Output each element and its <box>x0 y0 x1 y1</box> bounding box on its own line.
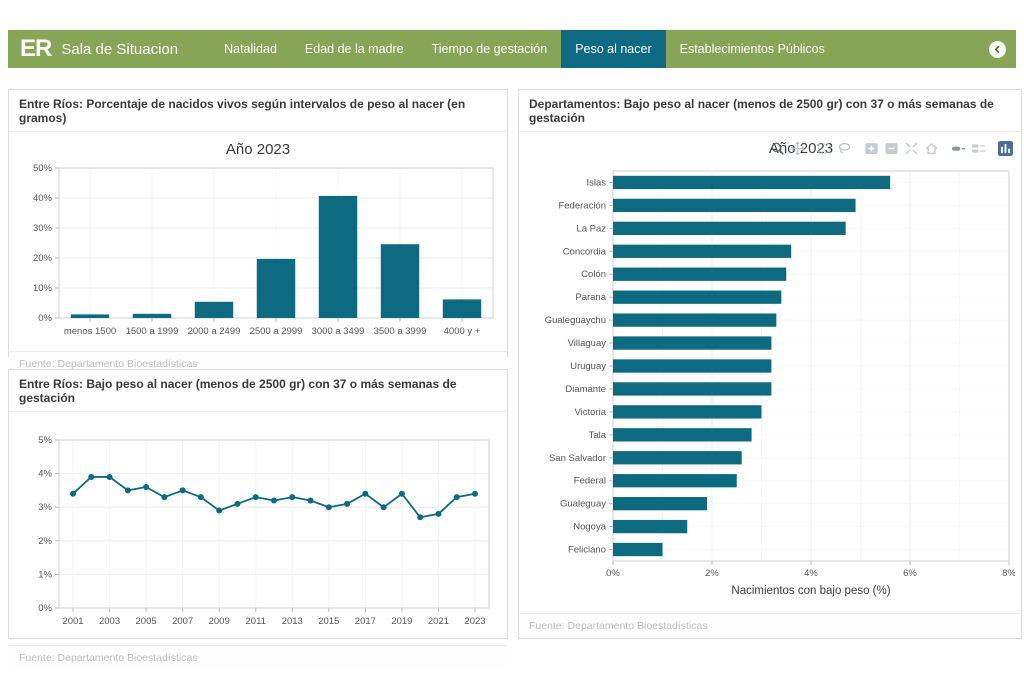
departments-hbar-chart[interactable]: 0% 2% 4% 6% 8% Islas Federación La Paz Concordia… <box>525 165 1015 603</box>
svg-text:2001: 2001 <box>62 616 83 627</box>
svg-text:6%: 6% <box>903 568 917 579</box>
svg-text:Tala: Tala <box>589 430 607 441</box>
svg-text:3000 a 3499: 3000 a 3499 <box>312 326 365 337</box>
plotly-logo-icon[interactable] <box>998 141 1013 156</box>
autoscale-icon[interactable] <box>904 141 919 156</box>
panel-title: Entre Ríos: Porcentaje de nacidos vivos … <box>9 90 507 132</box>
svg-text:2017: 2017 <box>355 616 376 627</box>
lasso-select-icon[interactable] <box>837 141 852 156</box>
svg-text:Victoria: Victoria <box>574 407 606 418</box>
panel-body: Año 2023 0% 10% 20% 30% 40% 50% menos 1500 1500… <box>9 132 507 351</box>
chart-title: Año 2023 <box>15 134 501 160</box>
svg-text:2500 a 2999: 2500 a 2999 <box>250 326 303 337</box>
svg-text:Islas: Islas <box>586 177 606 188</box>
box-select-icon[interactable] <box>817 141 832 156</box>
svg-text:Diamante: Diamante <box>565 384 606 395</box>
source-note: Fuente: Departamento Bioestadísticas <box>519 613 1021 638</box>
dashboard-screen: ER Sala de Situacion NatalidadEdad de la… <box>0 0 1024 683</box>
svg-text:San Salvador: San Salvador <box>549 453 606 464</box>
collapse-button[interactable] <box>989 41 1006 58</box>
app-container: ER Sala de Situacion NatalidadEdad de la… <box>8 30 1016 639</box>
svg-text:4000 y +: 4000 y + <box>444 326 481 337</box>
tab-peso-al-nacer[interactable]: Peso al nacer <box>561 30 665 68</box>
svg-text:0%: 0% <box>606 568 620 579</box>
tab-establecimientos-publicos[interactable]: Establecimientos Públicos <box>666 30 839 68</box>
svg-text:10%: 10% <box>33 283 53 294</box>
hover-closest-icon[interactable] <box>951 141 966 156</box>
left-column: Entre Ríos: Porcentaje de nacidos vivos … <box>8 89 508 639</box>
svg-text:2000 a 2499: 2000 a 2499 <box>188 326 241 337</box>
svg-text:1500 a 1999: 1500 a 1999 <box>126 326 179 337</box>
app-title: Sala de Situacion <box>61 41 178 58</box>
lowweight-trend-line-chart[interactable]: 0% 1% 2% 3% 4% 5% 2001 2003 2005 2007 2009 2011 2013… <box>15 430 501 638</box>
svg-text:30%: 30% <box>33 223 53 234</box>
svg-text:2005: 2005 <box>136 616 157 627</box>
svg-text:Nacimientos con bajo peso (%): Nacimientos con bajo peso (%) <box>731 585 890 597</box>
svg-text:La Paz: La Paz <box>576 223 606 234</box>
top-navigation-bar: ER Sala de Situacion NatalidadEdad de la… <box>8 30 1016 68</box>
nav-tabs: NatalidadEdad de la madreTiempo de gesta… <box>210 30 989 68</box>
reset-axes-home-icon[interactable] <box>924 141 939 156</box>
hover-compare-icon[interactable] <box>971 141 986 156</box>
svg-text:0%: 0% <box>38 603 52 614</box>
svg-text:Federal: Federal <box>574 476 606 487</box>
panel-departments-lowweight: Departamentos: Bajo peso al nacer (menos… <box>518 89 1022 639</box>
svg-text:Gualeguay: Gualeguay <box>560 499 606 510</box>
panel-title: Departamentos: Bajo peso al nacer (menos… <box>519 90 1021 132</box>
content: Entre Ríos: Porcentaje de nacidos vivos … <box>8 89 1016 639</box>
svg-text:2023: 2023 <box>464 616 485 627</box>
svg-text:2003: 2003 <box>99 616 120 627</box>
svg-text:2009: 2009 <box>209 616 230 627</box>
svg-text:Paraná: Paraná <box>575 292 606 303</box>
svg-text:2013: 2013 <box>282 616 303 627</box>
svg-text:40%: 40% <box>33 193 53 204</box>
tab-tiempo-de-gestacion[interactable]: Tiempo de gestación <box>418 30 562 68</box>
svg-text:3500 a 3999: 3500 a 3999 <box>374 326 427 337</box>
panel-title: Entre Ríos: Bajo peso al nacer (menos de… <box>9 370 507 412</box>
svg-text:Uruguay: Uruguay <box>570 361 606 372</box>
svg-text:Nogoya: Nogoya <box>573 522 606 533</box>
svg-text:2021: 2021 <box>428 616 449 627</box>
panel-birthweight-distribution: Entre Ríos: Porcentaje de nacidos vivos … <box>8 89 508 357</box>
svg-text:Colón: Colón <box>581 269 606 280</box>
right-column: Departamentos: Bajo peso al nacer (menos… <box>518 89 1022 639</box>
panel-lowweight-trend: Entre Ríos: Bajo peso al nacer (menos de… <box>8 369 508 639</box>
svg-text:1%: 1% <box>38 569 52 580</box>
er-logo: ER <box>20 30 51 68</box>
svg-text:2015: 2015 <box>318 616 339 627</box>
svg-text:50%: 50% <box>33 163 53 174</box>
svg-text:Villaguay: Villaguay <box>568 338 607 349</box>
source-note: Fuente: Departamento Bioestadísticas <box>9 645 507 670</box>
svg-text:4%: 4% <box>804 568 818 579</box>
zoom-icon[interactable] <box>770 141 785 156</box>
svg-text:3%: 3% <box>38 502 52 513</box>
svg-text:Federación: Federación <box>558 200 606 211</box>
svg-text:2%: 2% <box>705 568 719 579</box>
svg-text:Concordia: Concordia <box>563 246 607 257</box>
svg-text:2019: 2019 <box>391 616 412 627</box>
svg-text:8%: 8% <box>1002 568 1015 579</box>
svg-text:0%: 0% <box>38 313 52 324</box>
panel-body: Año 2023 <box>519 132 1021 613</box>
svg-text:2007: 2007 <box>172 616 193 627</box>
svg-text:5%: 5% <box>38 435 52 446</box>
svg-text:Feliciano: Feliciano <box>568 545 606 556</box>
chevron-left-icon <box>993 45 1002 54</box>
brand: ER Sala de Situacion <box>8 30 192 68</box>
svg-text:20%: 20% <box>33 253 53 264</box>
zoom-in-icon[interactable] <box>864 141 879 156</box>
svg-text:menos 1500: menos 1500 <box>64 326 116 337</box>
tab-natalidad[interactable]: Natalidad <box>210 30 291 68</box>
svg-text:4%: 4% <box>38 469 52 480</box>
plotly-modebar <box>765 141 1013 156</box>
svg-text:Gualeguaychú: Gualeguaychú <box>545 315 606 326</box>
tab-edad-de-la-madre[interactable]: Edad de la madre <box>291 30 418 68</box>
svg-text:2%: 2% <box>38 536 52 547</box>
svg-text:2011: 2011 <box>246 616 266 627</box>
panel-body: 0% 1% 2% 3% 4% 5% 2001 2003 2005 2007 2009 2011 2013… <box>9 412 507 645</box>
zoom-out-icon[interactable] <box>884 141 899 156</box>
birthweight-bar-chart[interactable]: 0% 10% 20% 30% 40% 50% menos 1500 1500 a 1999 20… <box>15 160 501 344</box>
pan-icon[interactable] <box>790 141 805 156</box>
